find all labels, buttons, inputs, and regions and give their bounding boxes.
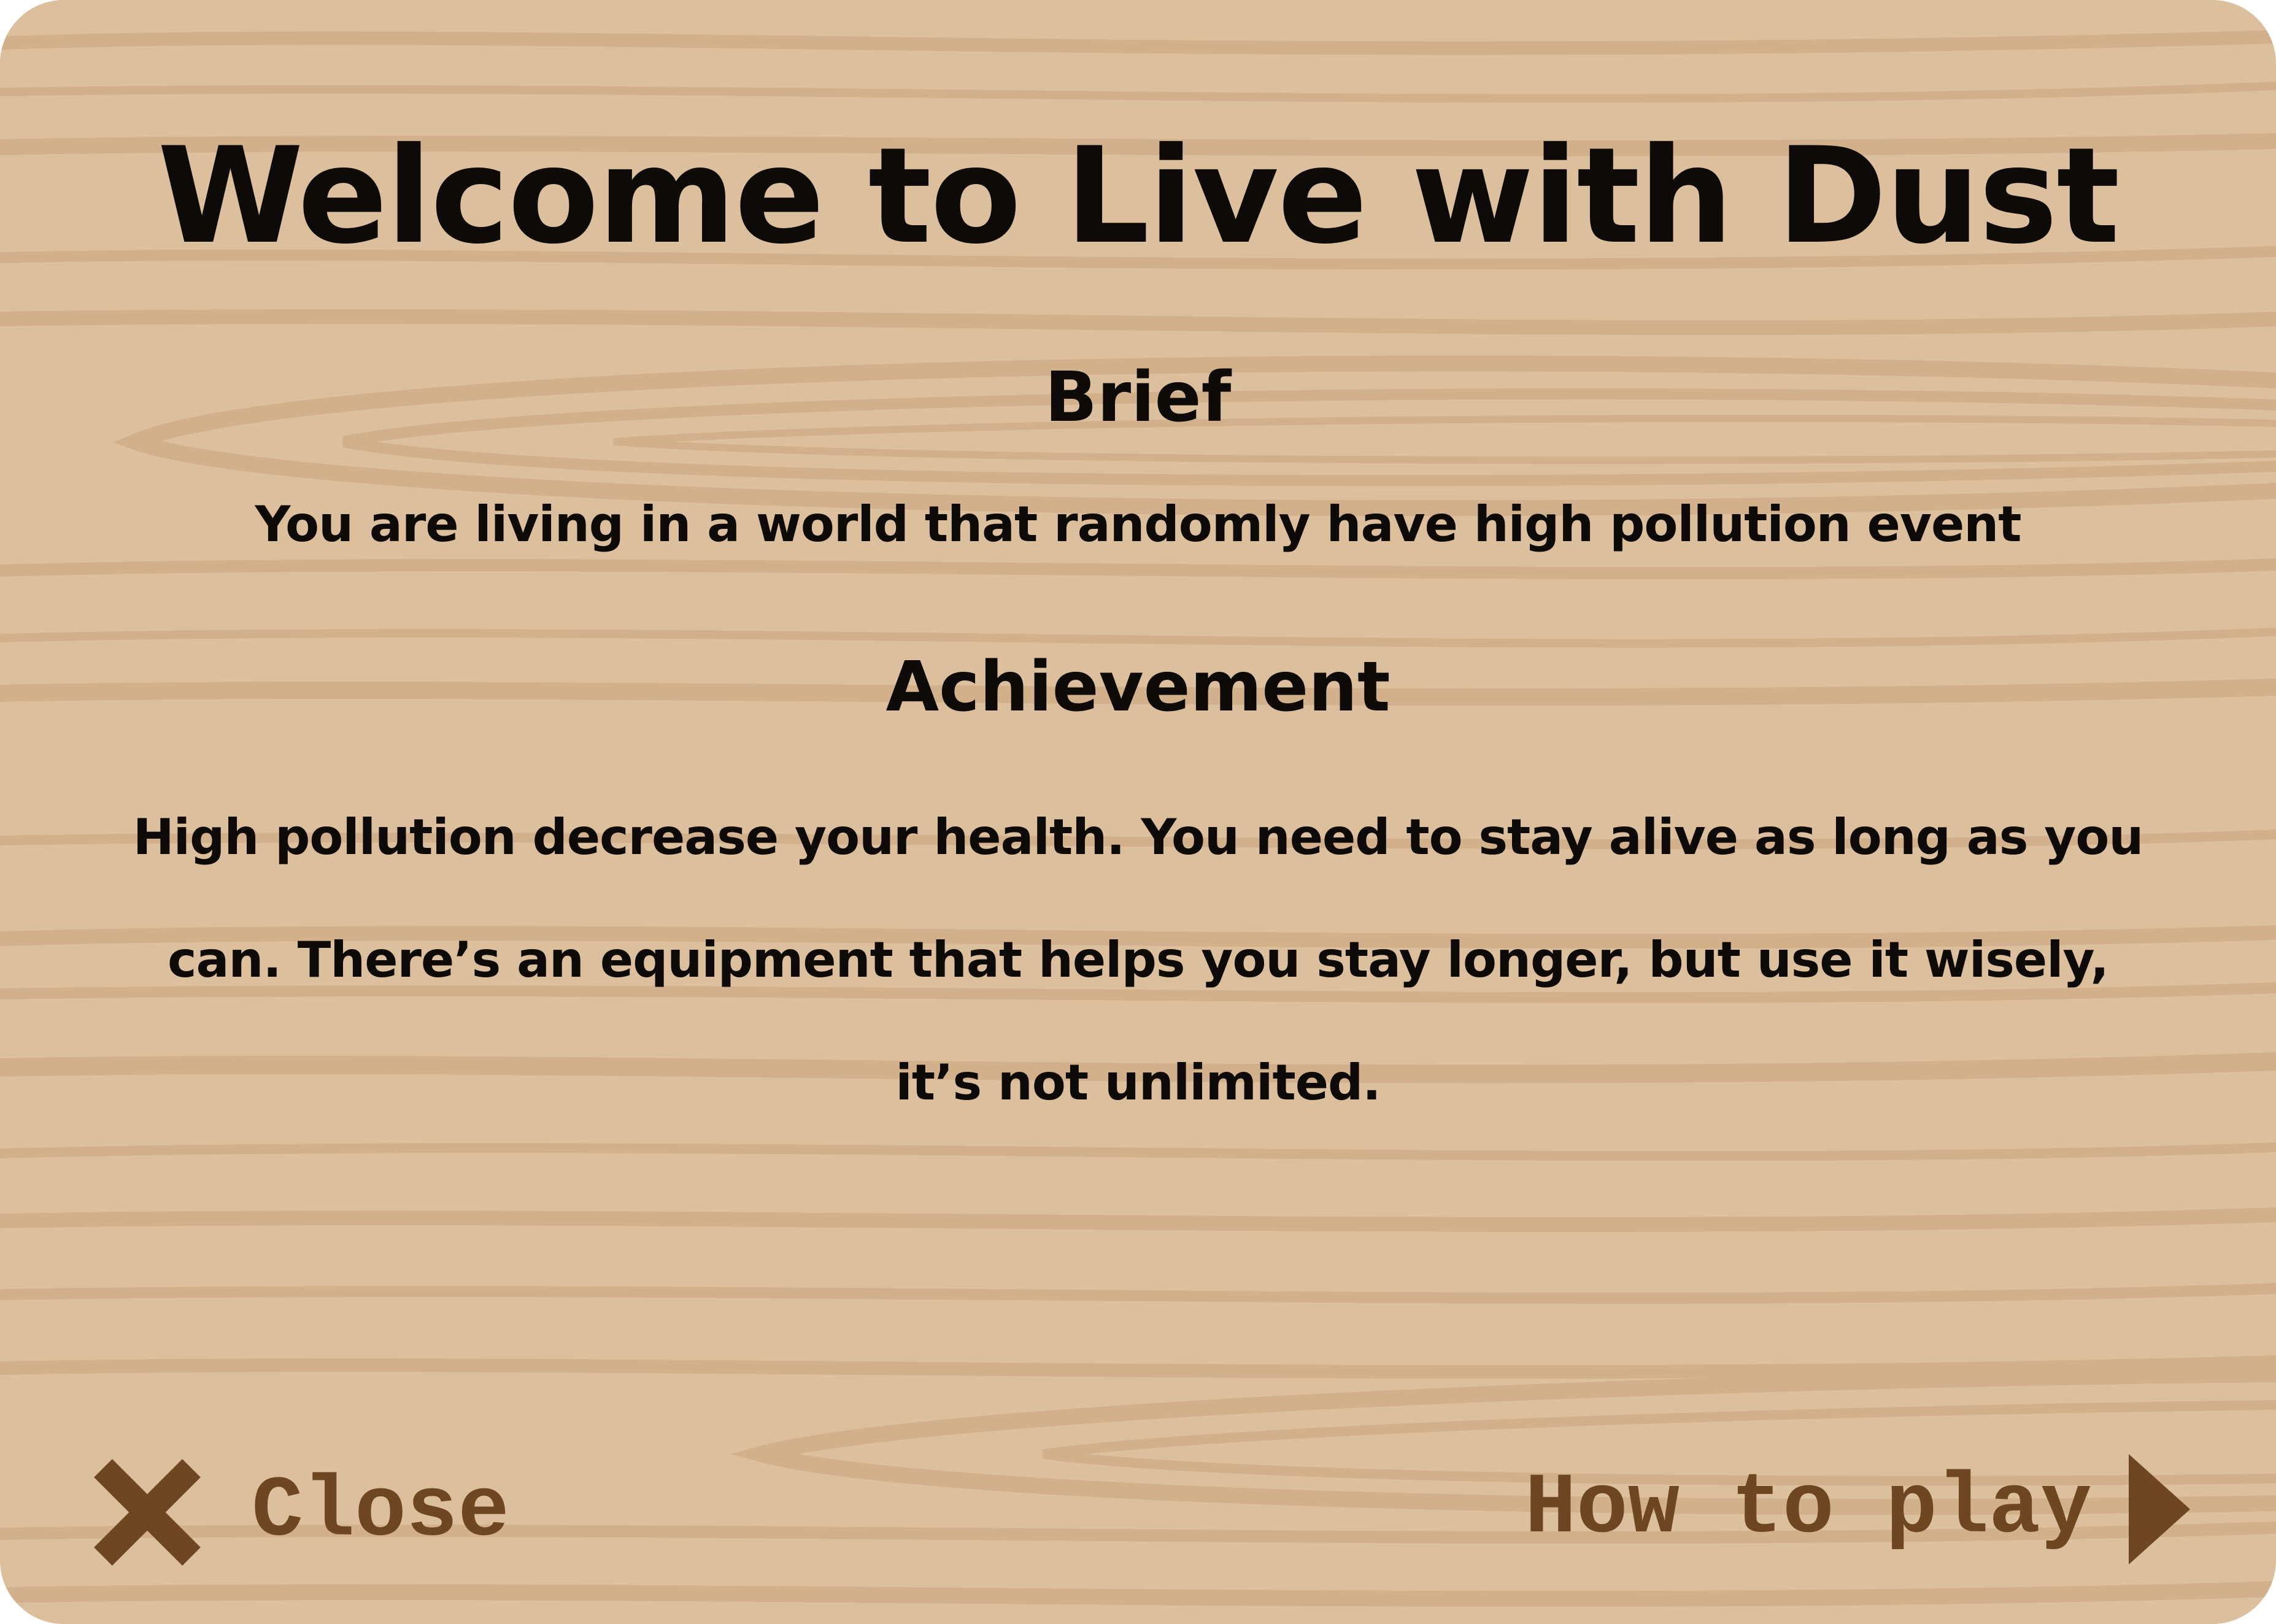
welcome-panel: Welcome to Live with Dust Brief You are … [0,0,2276,1624]
close-button[interactable]: Close [92,1454,509,1571]
close-x-icon [94,1459,201,1566]
achievement-text: High pollution decrease your health. You… [133,809,2144,1111]
achievement-heading: Achievement [885,647,1391,727]
brief-text: You are living in a world that randomly … [255,496,2022,553]
page-title: Welcome to Live with Dust [157,119,2120,273]
how-to-play-label: How to play [1524,1460,2092,1558]
how-to-play-button[interactable]: How to play [1525,1448,2190,1571]
brief-heading: Brief [1044,358,1232,437]
close-label: Close [252,1463,510,1561]
play-arrow-icon [2129,1454,2190,1564]
